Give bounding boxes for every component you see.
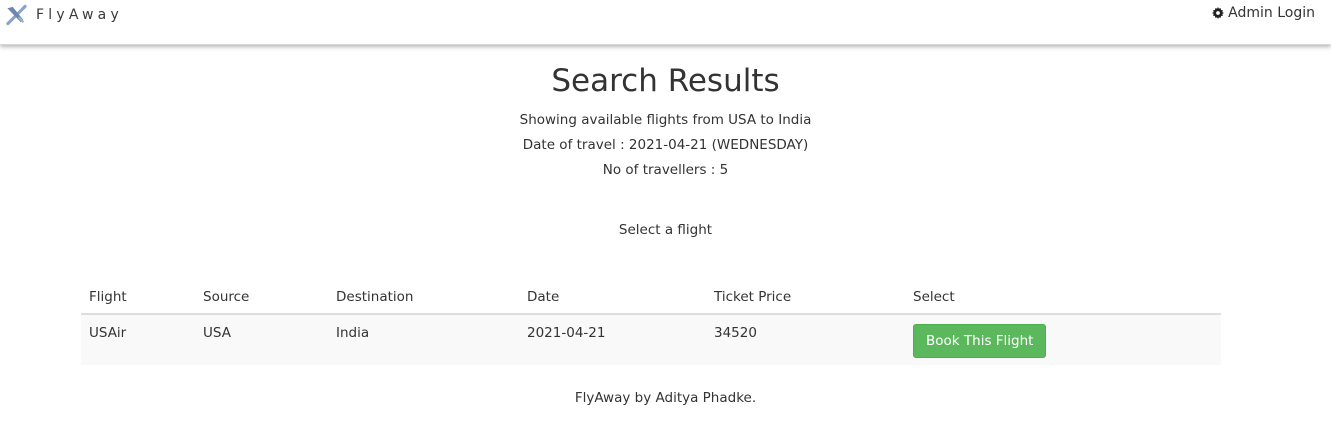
admin-login-link[interactable]: Admin Login — [1212, 5, 1315, 21]
flights-table: Flight Source Destination Date Ticket Pr… — [81, 280, 1221, 365]
header-flight: Flight — [81, 280, 195, 315]
header-select: Select — [905, 280, 1221, 315]
brand-link[interactable]: FlyAway — [5, 3, 123, 27]
brand-name: FlyAway — [36, 7, 123, 23]
cell-flight: USAir — [81, 314, 195, 365]
header-date: Date — [519, 280, 706, 315]
gear-icon — [1212, 7, 1225, 19]
travel-date: Date of travel : 2021-04-21 (WEDNESDAY) — [522, 137, 809, 153]
header-ticket-price: Ticket Price — [706, 280, 905, 315]
header-destination: Destination — [328, 280, 519, 315]
cell-source: USA — [195, 314, 328, 365]
airplane-icon — [6, 4, 27, 26]
footer-credit: FlyAway by Aditya Phadke. — [574, 390, 757, 406]
book-flight-button[interactable]: Book This Flight — [913, 324, 1047, 358]
select-flight-prompt: Select a flight — [618, 222, 713, 238]
table-header-row: Flight Source Destination Date Ticket Pr… — [81, 280, 1221, 315]
table-row: USAir USA India 2021-04-21 34520 Book Th… — [81, 314, 1221, 365]
cell-destination: India — [328, 314, 519, 365]
top-navbar: FlyAway Admin Login — [0, 0, 1331, 45]
route-summary: Showing available flights from USA to In… — [519, 112, 812, 128]
cell-ticket-price: 34520 — [706, 314, 905, 365]
traveller-count: No of travellers : 5 — [602, 162, 729, 178]
cell-select: Book This Flight — [905, 314, 1221, 365]
page-title: Search Results — [551, 63, 780, 99]
header-source: Source — [195, 280, 328, 315]
admin-login-label: Admin Login — [1228, 5, 1315, 21]
cell-date: 2021-04-21 — [519, 314, 706, 365]
